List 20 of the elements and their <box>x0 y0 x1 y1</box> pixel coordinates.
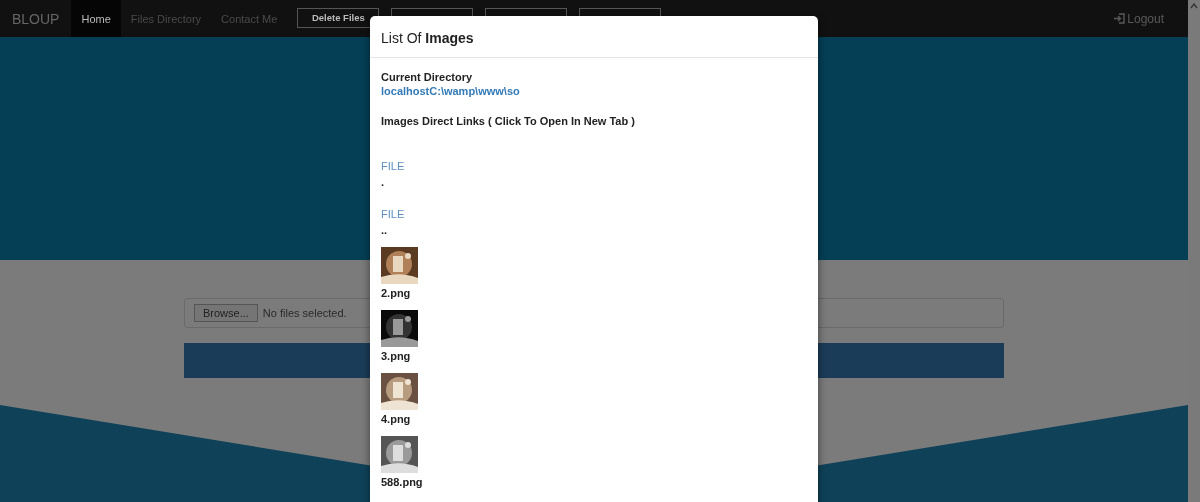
brand-logo[interactable]: BLOUP <box>0 0 72 37</box>
file-name: 2.png <box>381 286 412 300</box>
modal-title: List Of Images <box>381 30 474 46</box>
file-status: No files selected. <box>262 306 347 320</box>
nav-link[interactable]: Home <box>71 0 121 37</box>
file-name: 588.png <box>381 475 424 489</box>
section-label: Current Directory <box>381 70 474 84</box>
file-name: 3.png <box>381 349 412 363</box>
directory-link[interactable]: localhostC:\wamp\www\so <box>381 84 807 98</box>
file-link[interactable]: FILE <box>381 207 807 221</box>
file-name: 4.png <box>381 412 412 426</box>
logout-link[interactable]: Logout <box>1114 0 1164 37</box>
nav-button[interactable]: Delete Files <box>297 8 380 28</box>
nav-link[interactable]: Contact Me <box>211 0 288 37</box>
file-name: . <box>381 175 386 189</box>
file-link[interactable]: FILE <box>381 159 807 173</box>
logout-icon[interactable] <box>1114 13 1126 24</box>
section-label: Images Direct Links ( Click To Open In New Tab ) <box>381 114 636 128</box>
browse-button[interactable]: Browse... <box>194 304 258 322</box>
file-name: .. <box>381 223 389 237</box>
